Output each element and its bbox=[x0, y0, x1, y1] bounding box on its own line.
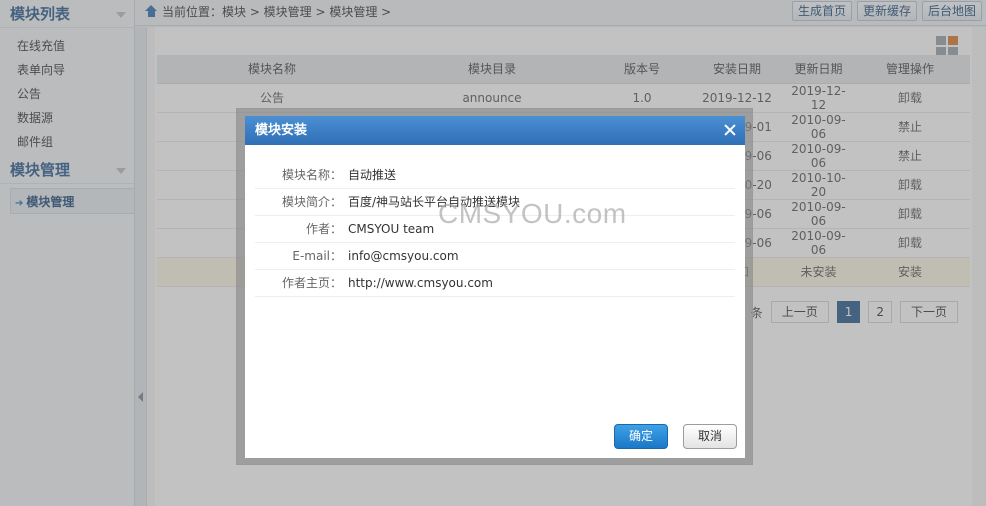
close-icon[interactable] bbox=[723, 123, 737, 137]
dialog-title: 模块安装 bbox=[255, 123, 308, 138]
module-install-dialog: 模块安装 模块名称： 自动推送 模块简介： 百度/神马站长平台自动推送模块 作者… bbox=[245, 116, 745, 458]
confirm-button[interactable]: 确定 bbox=[614, 424, 668, 449]
dialog-header: 模块安装 bbox=[245, 116, 745, 145]
info-row-homepage: 作者主页： http://www.cmsyou.com bbox=[255, 269, 735, 297]
cancel-button[interactable]: 取消 bbox=[683, 424, 737, 449]
watermark: CMSYOU.com bbox=[438, 198, 627, 229]
info-row-email: E-mail： info@cmsyou.com bbox=[255, 242, 735, 270]
info-row-module-name: 模块名称： 自动推送 bbox=[255, 161, 735, 189]
